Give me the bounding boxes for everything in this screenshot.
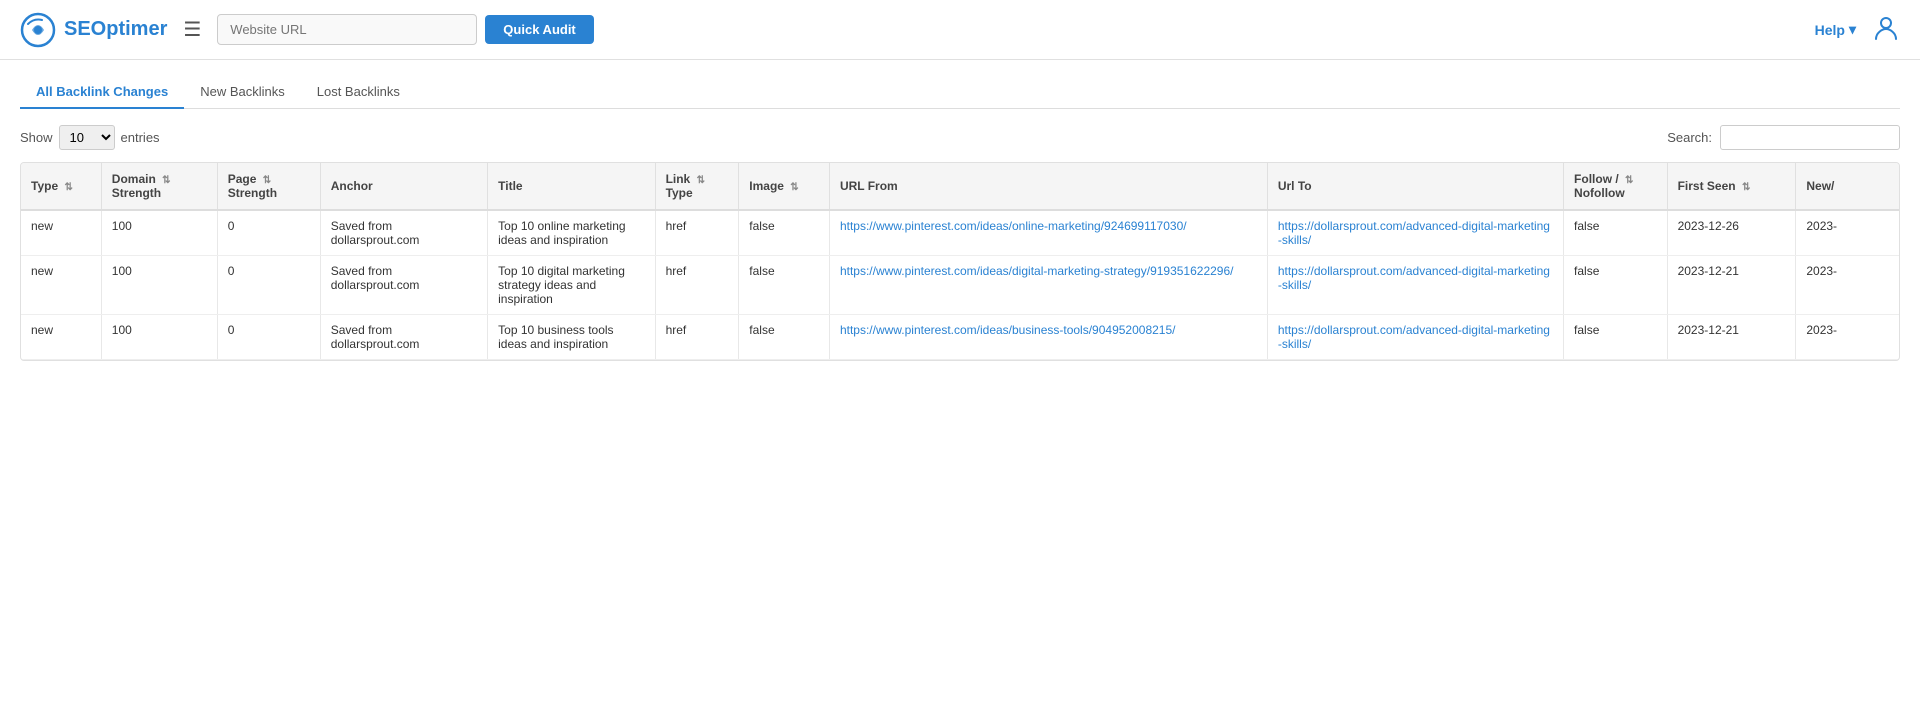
cell-follow: false (1564, 256, 1668, 315)
cell-linktype: href (655, 315, 739, 360)
col-header-anchor: Anchor (320, 163, 487, 210)
search-label: Search: (1667, 130, 1712, 145)
table-row: new 100 0 Saved from dollarsprout.com To… (21, 315, 1899, 360)
cell-firstseen: 2023-12-21 (1667, 256, 1796, 315)
cell-urlto[interactable]: https://dollarsprout.com/advanced-digita… (1267, 256, 1563, 315)
cell-urlfrom[interactable]: https://www.pinterest.com/ideas/business… (829, 315, 1267, 360)
website-url-input[interactable] (217, 14, 477, 45)
table-body: new 100 0 Saved from dollarsprout.com To… (21, 210, 1899, 360)
cell-anchor: Saved from dollarsprout.com (320, 315, 487, 360)
logo-area: SEOptimer (20, 12, 167, 48)
search-input[interactable] (1720, 125, 1900, 150)
tab-new-backlinks[interactable]: New Backlinks (184, 76, 301, 109)
urlto-link[interactable]: https://dollarsprout.com/advanced-digita… (1278, 323, 1550, 351)
cell-linktype: href (655, 210, 739, 256)
header: SEOptimer ☰ Quick Audit Help ▾ (0, 0, 1920, 60)
cell-new: 2023- (1796, 256, 1899, 315)
col-header-domain[interactable]: Domain ⇅Strength (101, 163, 217, 210)
cell-image: false (739, 210, 830, 256)
col-header-image[interactable]: Image ⇅ (739, 163, 830, 210)
tab-all-backlink-changes[interactable]: All Backlink Changes (20, 76, 184, 109)
cell-follow: false (1564, 315, 1668, 360)
backlinks-table-wrapper: Type ⇅ Domain ⇅Strength Page ⇅Strength A… (20, 162, 1900, 361)
cell-new: 2023- (1796, 315, 1899, 360)
header-right: Help ▾ (1815, 13, 1900, 47)
cell-image: false (739, 256, 830, 315)
cell-urlfrom[interactable]: https://www.pinterest.com/ideas/online-m… (829, 210, 1267, 256)
col-header-page[interactable]: Page ⇅Strength (217, 163, 320, 210)
cell-new: 2023- (1796, 210, 1899, 256)
urlfrom-link[interactable]: https://www.pinterest.com/ideas/business… (840, 323, 1176, 337)
col-header-title: Title (488, 163, 655, 210)
cell-page: 0 (217, 315, 320, 360)
sort-icon-type: ⇅ (64, 182, 72, 193)
cell-type: new (21, 210, 101, 256)
entries-label: entries (121, 130, 160, 145)
col-header-urlto: Url To (1267, 163, 1563, 210)
sort-icon-firstseen: ⇅ (1742, 182, 1750, 193)
col-header-firstseen[interactable]: First Seen ⇅ (1667, 163, 1796, 210)
cell-page: 0 (217, 256, 320, 315)
sort-icon-linktype: ⇅ (697, 175, 705, 186)
table-row: new 100 0 Saved from dollarsprout.com To… (21, 210, 1899, 256)
cell-firstseen: 2023-12-26 (1667, 210, 1796, 256)
sort-icon-page: ⇅ (263, 175, 271, 186)
help-button[interactable]: Help ▾ (1815, 21, 1856, 38)
cell-anchor: Saved from dollarsprout.com (320, 256, 487, 315)
cell-title: Top 10 online marketing ideas and inspir… (488, 210, 655, 256)
sort-icon-domain: ⇅ (162, 175, 170, 186)
cell-page: 0 (217, 210, 320, 256)
search-area: Search: (1667, 125, 1900, 150)
col-header-linktype[interactable]: Link ⇅Type (655, 163, 739, 210)
help-dropdown-icon: ▾ (1849, 21, 1856, 38)
quick-audit-button[interactable]: Quick Audit (485, 15, 593, 44)
user-icon-button[interactable] (1872, 13, 1900, 47)
sort-icon-image: ⇅ (790, 182, 798, 193)
col-header-urlfrom: URL From (829, 163, 1267, 210)
controls-row: Show 10 25 50 100 entries Search: (20, 125, 1900, 150)
tabs-bar: All Backlink Changes New Backlinks Lost … (20, 76, 1900, 109)
cell-follow: false (1564, 210, 1668, 256)
help-label: Help (1815, 22, 1845, 38)
cell-image: false (739, 315, 830, 360)
cell-title: Top 10 business tools ideas and inspirat… (488, 315, 655, 360)
cell-type: new (21, 256, 101, 315)
cell-title: Top 10 digital marketing strategy ideas … (488, 256, 655, 315)
urlto-link[interactable]: https://dollarsprout.com/advanced-digita… (1278, 264, 1550, 292)
show-label: Show (20, 130, 53, 145)
urlto-link[interactable]: https://dollarsprout.com/advanced-digita… (1278, 219, 1550, 247)
table-row: new 100 0 Saved from dollarsprout.com To… (21, 256, 1899, 315)
show-entries-control: Show 10 25 50 100 entries (20, 125, 160, 150)
cell-urlto[interactable]: https://dollarsprout.com/advanced-digita… (1267, 315, 1563, 360)
cell-urlto[interactable]: https://dollarsprout.com/advanced-digita… (1267, 210, 1563, 256)
urlfrom-link[interactable]: https://www.pinterest.com/ideas/online-m… (840, 219, 1187, 233)
tab-lost-backlinks[interactable]: Lost Backlinks (301, 76, 416, 109)
cell-linktype: href (655, 256, 739, 315)
cell-type: new (21, 315, 101, 360)
cell-anchor: Saved from dollarsprout.com (320, 210, 487, 256)
sort-icon-follow: ⇅ (1625, 175, 1633, 186)
backlinks-table: Type ⇅ Domain ⇅Strength Page ⇅Strength A… (21, 163, 1899, 360)
col-header-new: New/ (1796, 163, 1899, 210)
cell-domain: 100 (101, 256, 217, 315)
col-header-follow[interactable]: Follow / ⇅Nofollow (1564, 163, 1668, 210)
logo-text: SEOptimer (64, 18, 167, 41)
entries-select[interactable]: 10 25 50 100 (59, 125, 115, 150)
logo-icon (20, 12, 56, 48)
cell-domain: 100 (101, 315, 217, 360)
table-header-row: Type ⇅ Domain ⇅Strength Page ⇅Strength A… (21, 163, 1899, 210)
cell-domain: 100 (101, 210, 217, 256)
col-header-type[interactable]: Type ⇅ (21, 163, 101, 210)
cell-urlfrom[interactable]: https://www.pinterest.com/ideas/digital-… (829, 256, 1267, 315)
hamburger-menu[interactable]: ☰ (183, 17, 201, 42)
user-icon (1872, 13, 1900, 41)
cell-firstseen: 2023-12-21 (1667, 315, 1796, 360)
main-content: All Backlink Changes New Backlinks Lost … (0, 60, 1920, 377)
urlfrom-link[interactable]: https://www.pinterest.com/ideas/digital-… (840, 264, 1234, 278)
